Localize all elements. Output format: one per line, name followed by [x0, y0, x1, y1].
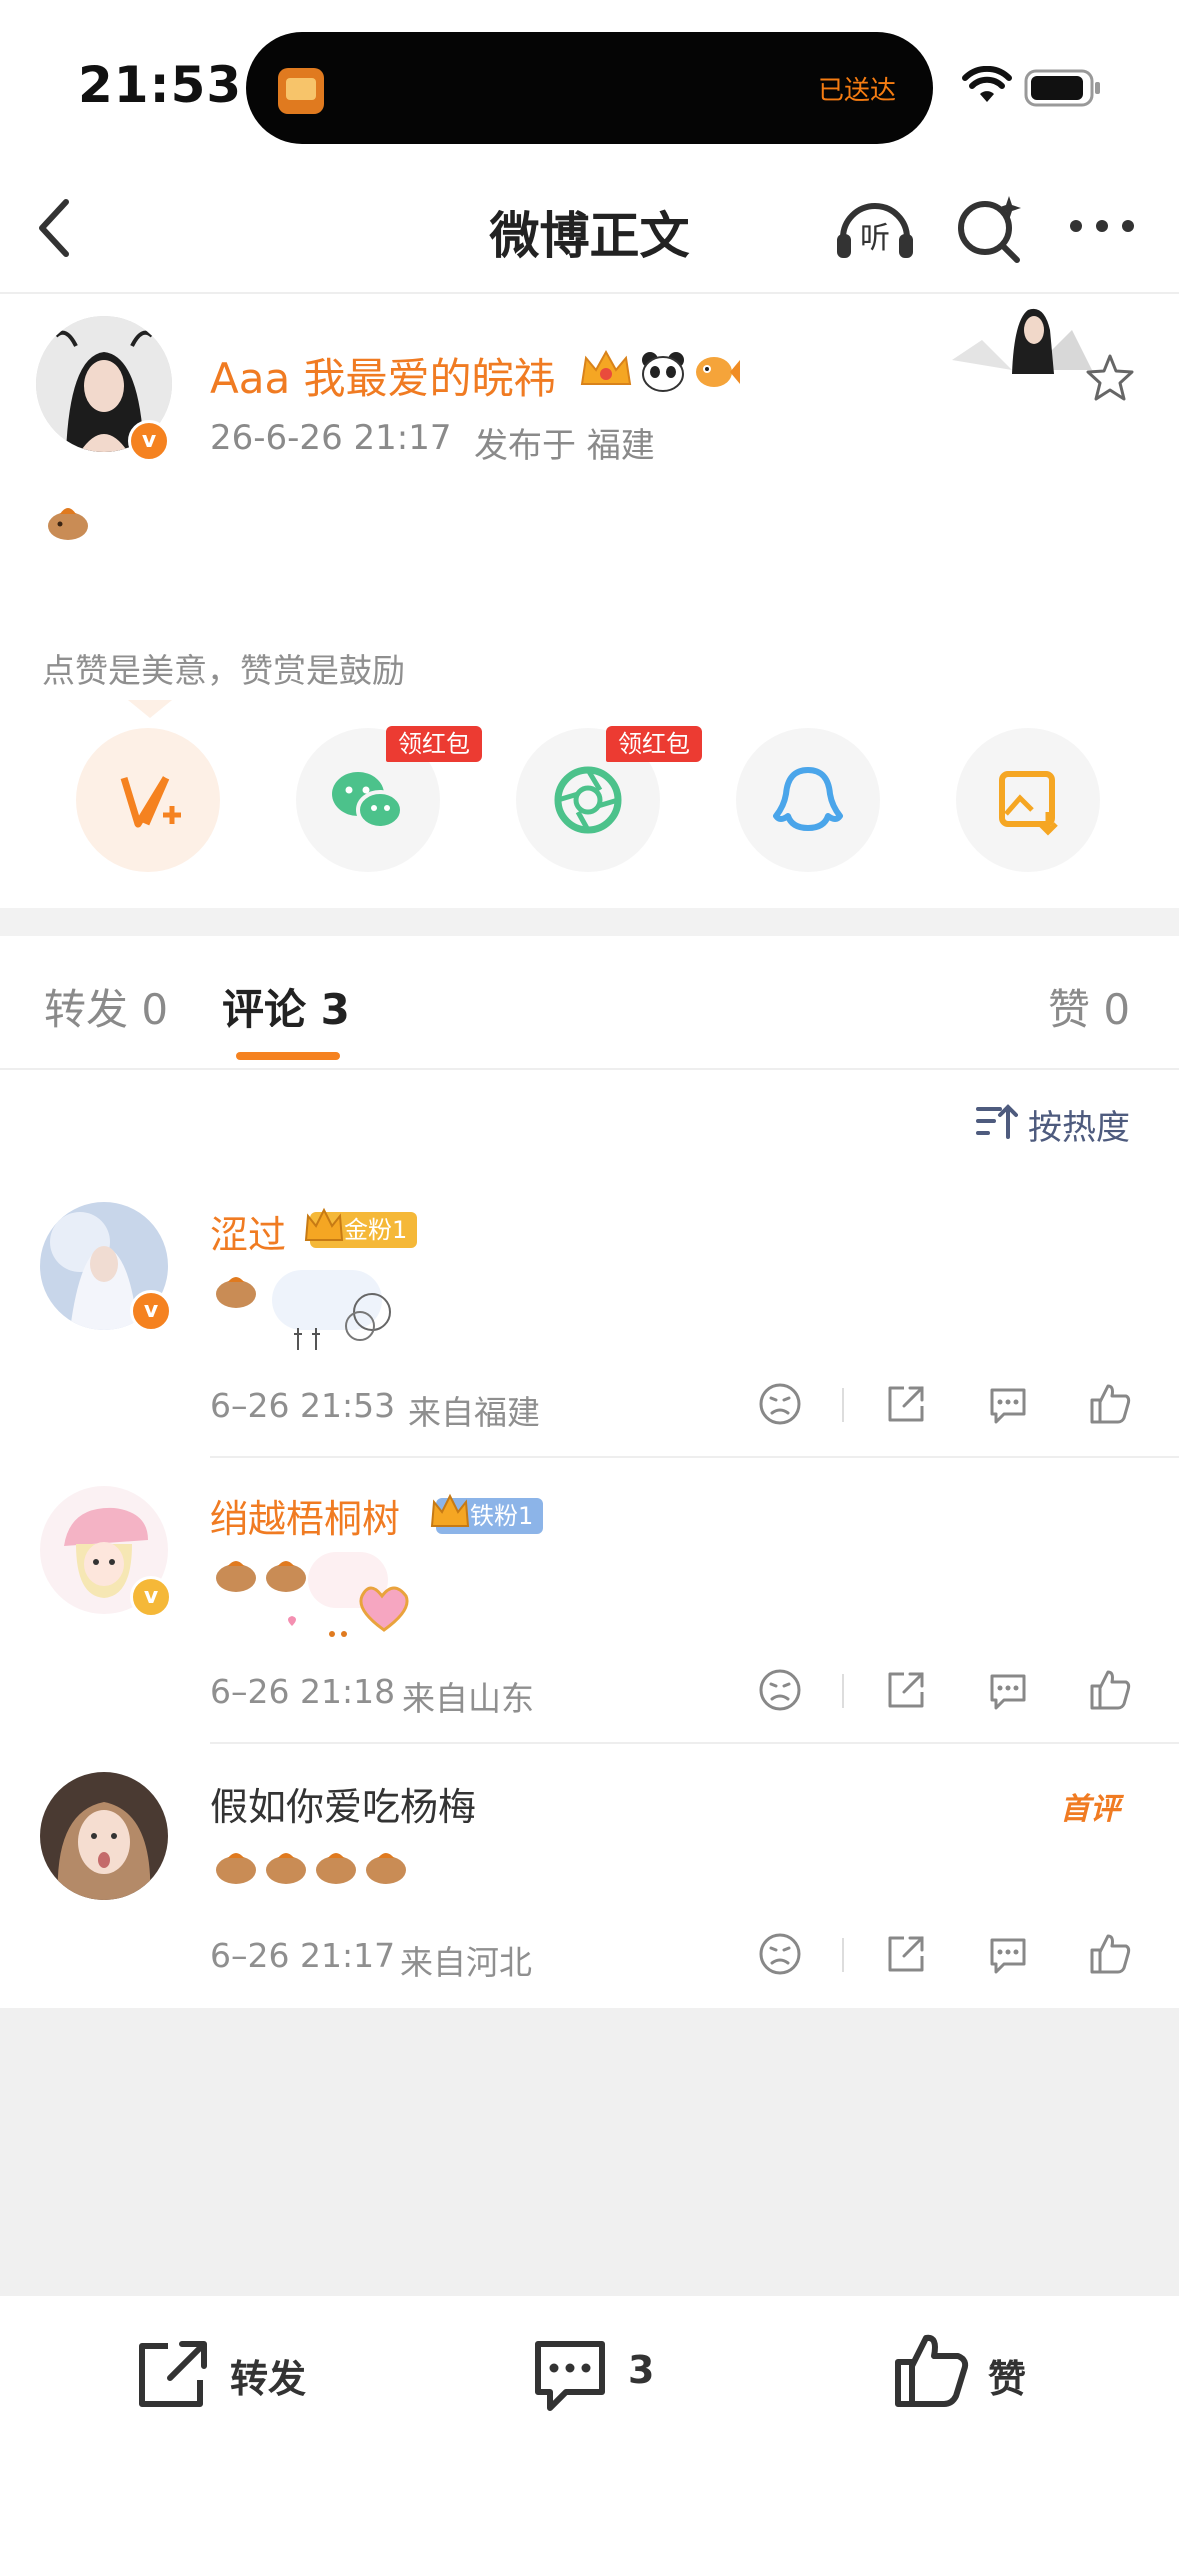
empty-area	[0, 2008, 1179, 2296]
tab-repost[interactable]: 转发 0	[44, 976, 168, 1037]
capybara-emoji-icon	[266, 1561, 306, 1592]
like-icon[interactable]	[1086, 1666, 1134, 1714]
comment-count[interactable]: 3	[628, 2348, 654, 2392]
tabs-divider	[0, 1068, 1179, 1070]
capybara-emoji-icon	[266, 1853, 306, 1884]
repost-icon[interactable]	[134, 2336, 214, 2412]
reply-icon[interactable]	[984, 1380, 1032, 1428]
weibo-vplus-button[interactable]	[76, 728, 220, 872]
section-separator	[0, 908, 1179, 936]
fan-badge-label: 铁粉1	[470, 1502, 534, 1530]
qq-icon	[773, 767, 843, 831]
island-status-text: 已送达	[818, 76, 897, 106]
svg-text:听: 听	[860, 221, 890, 256]
share-icon[interactable]	[882, 1666, 930, 1714]
like-button[interactable]: 赞	[988, 2348, 1026, 2403]
verified-badge-icon: v	[128, 420, 170, 462]
more-icon[interactable]	[1066, 200, 1138, 252]
listen-icon[interactable]: 听	[833, 192, 917, 264]
crown-icon	[304, 1207, 344, 1241]
comment-icon[interactable]	[530, 2336, 610, 2416]
sort-icon[interactable]	[976, 1101, 1018, 1141]
comment-time: 6–26 21:17	[210, 1936, 396, 1975]
save-image-button[interactable]	[956, 728, 1100, 872]
dislike-icon[interactable]	[756, 1380, 804, 1428]
fan-badge: 铁粉1	[430, 1493, 544, 1534]
comment-divider	[210, 1456, 1179, 1458]
post-time: 26-6-26 21:17	[210, 418, 452, 458]
comment-sticker-icon	[216, 1270, 391, 1350]
first-comment-badge: 首评	[1060, 1792, 1120, 1827]
share-qq-button[interactable]	[736, 728, 880, 872]
comment-divider	[210, 1742, 1179, 1744]
active-tab-indicator	[236, 1052, 340, 1060]
comment-location: 来自福建	[408, 1393, 540, 1432]
battery-icon	[1024, 69, 1100, 107]
capybara-emoji-icon	[316, 1853, 356, 1884]
wifi-icon	[962, 66, 1012, 102]
capybara-emoji-icon	[216, 1561, 256, 1592]
dislike-icon[interactable]	[756, 1930, 804, 1978]
tooltip-arrow	[128, 700, 172, 718]
action-separator	[842, 1388, 844, 1422]
reply-icon[interactable]	[984, 1666, 1032, 1714]
panda-icon	[642, 352, 684, 392]
dislike-icon[interactable]	[756, 1666, 804, 1714]
comment-location: 来自山东	[402, 1679, 534, 1718]
moments-hongbao-badge: 领红包	[606, 726, 702, 762]
comment-time: 6–26 21:53	[210, 1386, 396, 1425]
reward-prompt: 点赞是美意，赞赏是鼓励	[42, 651, 405, 690]
favorite-star-icon[interactable]	[1084, 352, 1136, 404]
fan-badge: 金粉1	[304, 1207, 418, 1248]
search-icon[interactable]	[955, 192, 1027, 264]
like-bottom-icon[interactable]	[892, 2330, 972, 2410]
comment-author[interactable]: 涩过	[210, 1204, 286, 1259]
share-icon[interactable]	[882, 1930, 930, 1978]
weibo-vplus-icon	[120, 776, 181, 828]
fish-icon	[696, 357, 740, 387]
profile-decoration-image	[952, 308, 1092, 374]
crown-icon	[580, 349, 632, 385]
capybara-emoji-icon	[48, 508, 88, 540]
bottom-action-bar	[0, 2296, 1179, 2556]
comment-author[interactable]: 假如你爱吃杨梅	[210, 1776, 476, 1831]
wechat-hongbao-badge: 领红包	[386, 726, 482, 762]
share-icon[interactable]	[882, 1380, 930, 1428]
save-image-icon	[999, 771, 1058, 836]
comment-location: 来自河北	[400, 1943, 532, 1982]
tab-comments[interactable]: 评论 3	[222, 976, 350, 1037]
comment-author[interactable]: 绡越梧桐树	[210, 1488, 400, 1543]
fan-badge-label: 金粉1	[344, 1216, 408, 1244]
sort-hot-button[interactable]: 按热度	[1028, 1100, 1130, 1149]
post-location: 发布于 福建	[474, 426, 655, 466]
capybara-emoji-icon	[216, 1853, 256, 1884]
nav-divider	[0, 292, 1179, 294]
like-icon[interactable]	[1086, 1380, 1134, 1428]
action-separator	[842, 1674, 844, 1708]
verified-badge-icon: v	[130, 1290, 172, 1332]
repost-button[interactable]: 转发	[230, 2348, 306, 2403]
crown-icon	[430, 1493, 470, 1527]
capybara-emoji-icon	[366, 1853, 406, 1884]
comment-avatar[interactable]	[40, 1772, 168, 1900]
verified-badge-icon: v	[130, 1576, 172, 1618]
author-name[interactable]: Aaa 我最爱的皖祎	[210, 345, 556, 406]
app-activity-icon	[278, 68, 324, 114]
like-icon[interactable]	[1086, 1930, 1134, 1978]
comment-time: 6–26 21:18	[210, 1672, 396, 1711]
tab-likes[interactable]: 赞 0	[1048, 976, 1130, 1037]
status-time: 21:53	[78, 56, 243, 114]
action-separator	[842, 1938, 844, 1972]
reply-icon[interactable]	[984, 1930, 1032, 1978]
